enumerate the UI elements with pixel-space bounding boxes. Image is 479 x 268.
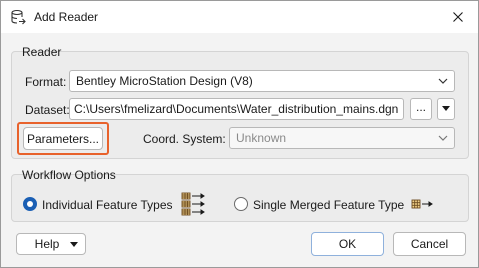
coord-system-label: Coord. System: <box>143 132 226 146</box>
dataset-value: C:\Users\fmelizard\Documents\Water_distr… <box>74 102 399 116</box>
format-value: Bentley MicroStation Design (V8) <box>76 74 253 88</box>
triangle-down-icon <box>442 106 450 111</box>
individual-feature-types-label[interactable]: Individual Feature Types <box>42 198 173 212</box>
parameters-button[interactable]: Parameters... <box>23 127 103 150</box>
dialog-title: Add Reader <box>34 10 99 24</box>
help-label: Help <box>34 237 60 251</box>
cancel-label: Cancel <box>410 237 449 251</box>
add-reader-dialog: Add Reader Reader Format: Bentley MicroS… <box>0 0 479 268</box>
chevron-down-icon <box>438 135 448 141</box>
ok-label: OK <box>338 237 357 251</box>
parameters-label: Parameters... <box>26 131 100 146</box>
dataset-label: Dataset: <box>25 103 70 117</box>
dataset-input[interactable]: C:\Users\fmelizard\Documents\Water_distr… <box>69 98 404 120</box>
individual-feature-types-icon <box>181 192 205 216</box>
close-icon <box>453 12 463 22</box>
single-merged-feature-type-label[interactable]: Single Merged Feature Type <box>253 198 404 212</box>
close-button[interactable] <box>438 1 478 33</box>
cancel-button[interactable]: Cancel <box>393 232 466 256</box>
coord-system-select[interactable]: Unknown <box>229 127 455 149</box>
single-merged-feature-type-radio[interactable] <box>234 197 248 211</box>
workflow-group-label: Workflow Options <box>22 168 116 182</box>
format-select[interactable]: Bentley MicroStation Design (V8) <box>69 70 455 92</box>
database-icon <box>11 9 26 25</box>
reader-group-label: Reader <box>22 45 62 59</box>
ok-button[interactable]: OK <box>311 232 384 256</box>
browse-button[interactable]: ... <box>410 98 432 120</box>
title-bar: Add Reader <box>1 1 478 33</box>
dataset-options-button[interactable] <box>437 98 455 120</box>
help-button[interactable]: Help <box>16 233 86 255</box>
single-merged-feature-type-icon <box>411 199 433 209</box>
format-label: Format: <box>25 75 67 89</box>
triangle-down-icon <box>70 242 78 247</box>
browse-label: ... <box>415 100 426 114</box>
coord-system-value: Unknown <box>236 131 287 145</box>
individual-feature-types-radio[interactable] <box>23 197 37 211</box>
chevron-down-icon <box>438 78 448 84</box>
